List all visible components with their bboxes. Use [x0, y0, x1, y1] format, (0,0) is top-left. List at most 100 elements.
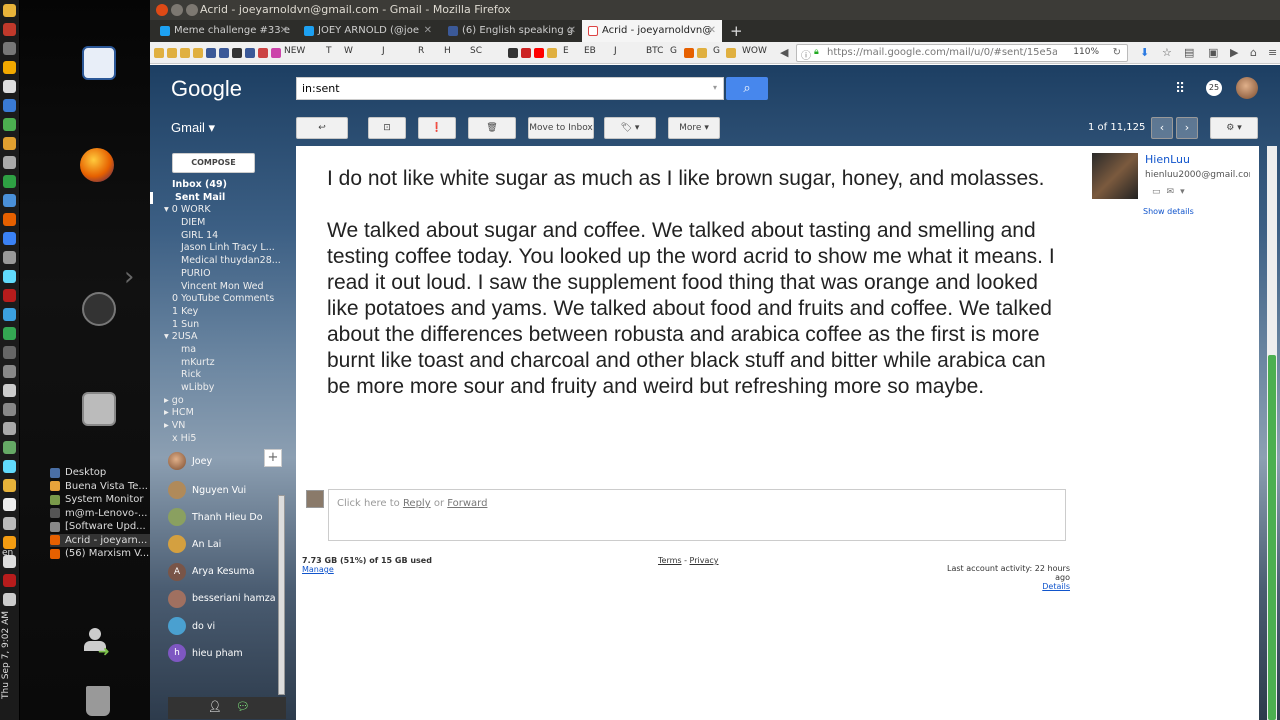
chat-contact[interactable]: besseriani hamza: [168, 587, 276, 611]
library-icon[interactable]: ▤: [1184, 46, 1194, 59]
info-icon[interactable]: ⓘ: [801, 47, 811, 62]
manage-link[interactable]: Manage: [302, 565, 432, 574]
facebook-icon[interactable]: [245, 48, 255, 58]
sidebar-label[interactable]: mKurtz: [150, 357, 290, 370]
sidebar-label[interactable]: 0 YouTube Comments: [150, 293, 290, 306]
launcher-app-icon[interactable]: [3, 308, 16, 321]
sidebar-label[interactable]: x Hi5: [150, 433, 290, 446]
launcher-app-icon[interactable]: [3, 194, 16, 207]
bookmark-folder-icon[interactable]: [547, 48, 557, 58]
spreadsheet-icon[interactable]: [3, 118, 16, 131]
firefox-icon[interactable]: [3, 213, 16, 226]
chat-contact[interactable]: An Lai: [168, 532, 221, 556]
search-options-chevron-icon[interactable]: ▾: [713, 83, 717, 92]
youtube-icon[interactable]: ▶: [1230, 46, 1238, 59]
sidebar-label[interactable]: ▸ HCM: [150, 407, 290, 420]
card-icon[interactable]: ▭: [1152, 187, 1167, 197]
bookmark-star-icon[interactable]: ☆: [1162, 46, 1172, 59]
contact-photo[interactable]: [1092, 153, 1138, 199]
new-chat-button[interactable]: +: [264, 449, 282, 467]
bookmark-r[interactable]: R: [418, 46, 428, 56]
minimize-window-button[interactable]: [171, 4, 183, 16]
launcher-app-icon[interactable]: [3, 251, 16, 264]
sidebar-label[interactable]: wLibby: [150, 382, 290, 395]
window-titlebar[interactable]: Acrid - joeyarnoldvn@gmail.com - Gmail -…: [150, 0, 1280, 20]
trash-icon[interactable]: [86, 686, 110, 716]
bookmark-h[interactable]: H: [444, 46, 454, 56]
launcher-app-icon[interactable]: [3, 23, 16, 36]
bookmark-g2[interactable]: G: [713, 46, 723, 56]
ubuntu-icon[interactable]: [82, 292, 116, 326]
sidebar-label[interactable]: ▸ VN: [150, 420, 290, 433]
chat-contact[interactable]: h hieu pham: [168, 641, 243, 665]
bookmark-folder-icon[interactable]: [726, 48, 736, 58]
bookmark-g[interactable]: G: [670, 46, 680, 56]
close-window-button[interactable]: [156, 4, 168, 16]
back-arrow-icon[interactable]: ◀: [780, 46, 788, 59]
bookmark-folder-icon[interactable]: [167, 48, 177, 58]
tab-joey-arnold[interactable]: JOEY ARNOLD (@joe ✕: [298, 20, 438, 42]
launcher-app-icon[interactable]: [3, 422, 16, 435]
firefox-icon[interactable]: [80, 148, 114, 182]
gmail-menu[interactable]: Gmail ▾: [171, 120, 215, 136]
bookmark-eb[interactable]: EB: [584, 46, 604, 56]
home-icon[interactable]: ⌂: [1250, 46, 1257, 59]
filezilla-icon[interactable]: [3, 289, 16, 302]
zoom-level[interactable]: 110%: [1073, 47, 1099, 57]
forward-link[interactable]: Forward: [447, 498, 487, 509]
terminal-icon[interactable]: [3, 384, 16, 397]
launcher-app-icon[interactable]: [3, 137, 16, 150]
sidebar-label[interactable]: GIRL 14: [150, 230, 290, 243]
chat-contact[interactable]: A Arya Kesuma: [168, 560, 255, 584]
launcher-app-icon[interactable]: [3, 42, 16, 55]
google-logo[interactable]: Google: [171, 76, 242, 102]
reply-link[interactable]: Reply: [403, 498, 431, 509]
search-input[interactable]: [297, 78, 707, 99]
close-tab-icon[interactable]: ✕: [568, 20, 576, 42]
bookmark-new[interactable]: NEW: [284, 46, 305, 56]
filezilla-icon[interactable]: [3, 574, 16, 587]
new-tab-button[interactable]: +: [730, 20, 743, 42]
bookmark-folder-icon[interactable]: [154, 48, 164, 58]
older-button[interactable]: ›: [1176, 117, 1198, 139]
bookmark-wow[interactable]: WOW: [742, 46, 772, 56]
chat-contact[interactable]: Thanh Hieu Do: [168, 505, 263, 529]
reload-icon[interactable]: ↻: [1113, 47, 1121, 58]
bookmark-icon[interactable]: [232, 48, 242, 58]
sidebar-label[interactable]: Jason Linh Tracy L...: [150, 242, 290, 255]
text-editor-icon[interactable]: [3, 80, 16, 93]
url-bar[interactable]: ⓘ 🔒︎ https://mail.google.com/mail/u/0/#s…: [796, 44, 1128, 62]
bookmark-sc[interactable]: SC: [470, 46, 490, 56]
launcher-app-icon[interactable]: [3, 365, 16, 378]
details-link[interactable]: Details: [936, 582, 1070, 591]
close-tab-icon[interactable]: ✕: [424, 20, 432, 42]
bookmark-e[interactable]: E: [563, 46, 573, 56]
show-details-link[interactable]: Show details: [1143, 207, 1194, 216]
url-text[interactable]: https://mail.google.com/mail/u/0/#sent/1…: [827, 47, 1057, 58]
sidebar-label[interactable]: ▾ 0 WORK: [150, 204, 290, 217]
sidebar-label[interactable]: 1 Sun: [150, 319, 290, 332]
sidebar-label[interactable]: ma: [150, 344, 290, 357]
chat-contact[interactable]: do vi: [168, 614, 215, 638]
contacts-icon[interactable]: 👤︎: [208, 700, 222, 713]
chat-contact[interactable]: Nguyen Vui: [168, 478, 246, 502]
sidebar-label[interactable]: PURIO: [150, 268, 290, 281]
chat-self[interactable]: Joey: [168, 449, 212, 473]
close-tab-icon[interactable]: ✕: [280, 20, 288, 42]
document-icon[interactable]: [82, 46, 116, 80]
launcher-app-icon[interactable]: [3, 593, 16, 606]
launcher-app-icon[interactable]: [3, 232, 16, 245]
launcher-app-icon[interactable]: [3, 403, 16, 416]
apps-grid-icon[interactable]: ⠿: [1175, 81, 1185, 97]
notifications-badge[interactable]: 25: [1206, 80, 1222, 96]
compose-button[interactable]: COMPOSE: [172, 153, 255, 173]
reply-box[interactable]: Click here to Reply or Forward: [328, 489, 1066, 541]
gmail-icon[interactable]: [521, 48, 531, 58]
bookmark-icon[interactable]: [271, 48, 281, 58]
sidebar-label[interactable]: ▸ go: [150, 395, 290, 408]
sidebar-label[interactable]: ▾ 2USA: [150, 331, 290, 344]
gmail-icon[interactable]: [258, 48, 268, 58]
tab-meme-challenge[interactable]: Meme challenge #33 e ✕: [154, 20, 294, 42]
tab-acrid-gmail[interactable]: Acrid - joeyarnoldvn@ ✕: [582, 20, 722, 42]
download-icon[interactable]: ⬇: [1140, 46, 1149, 59]
